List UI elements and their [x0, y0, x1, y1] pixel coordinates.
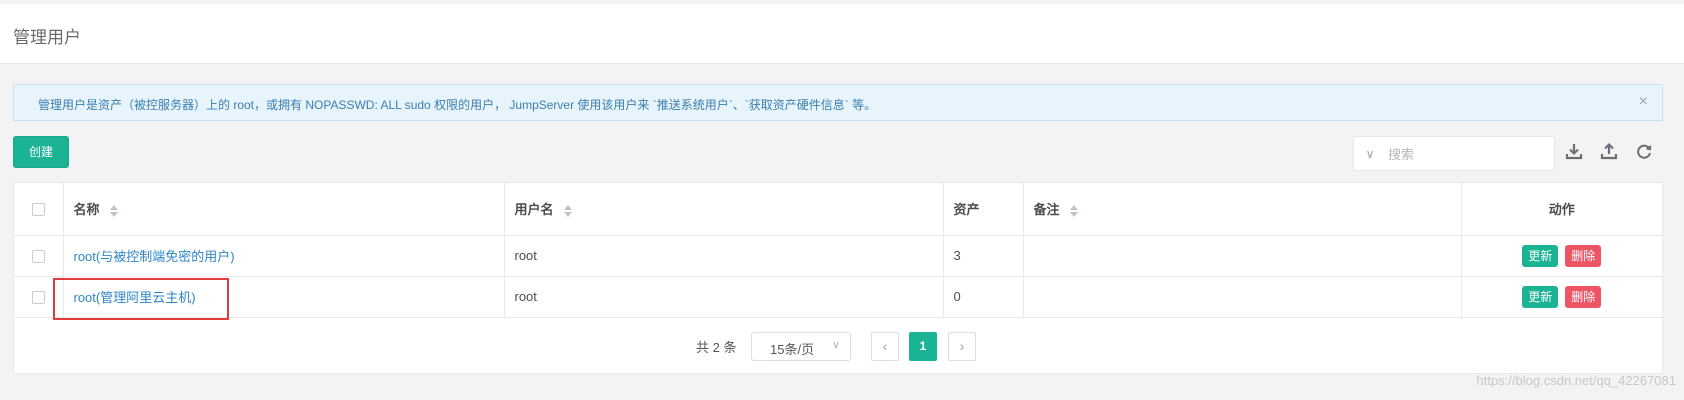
column-header-assets: 资产 — [943, 183, 1024, 236]
update-button[interactable]: 更新 — [1522, 285, 1559, 308]
row-checkbox[interactable] — [31, 250, 45, 264]
actions-cell: 更新 删除 — [1461, 276, 1662, 318]
page-number-button[interactable]: 1 — [909, 332, 937, 361]
name-cell: root(与被控制端免密的用户) — [63, 235, 505, 277]
page-size-value: 15条/页 — [770, 342, 815, 357]
row-checkbox[interactable] — [31, 291, 45, 305]
chevron-down-icon[interactable]: ∨ — [1362, 145, 1378, 163]
page-size-select[interactable]: 15条/页 ∨ — [751, 332, 851, 361]
update-button[interactable]: 更新 — [1522, 244, 1559, 267]
admin-user-table: 名称 用户名 资产 备注 动作 root(与被控制端免密的用户) root 3 … — [14, 183, 1662, 318]
chevron-down-icon: ∨ — [831, 339, 840, 351]
page-header: 管理用户 — [0, 4, 1684, 64]
info-alert: 管理用户是资产（被控服务器）上的 root，或拥有 NOPASSWD: ALL … — [13, 84, 1663, 121]
column-label: 备注 — [1033, 202, 1060, 218]
alert-text: 管理用户是资产（被控服务器）上的 root，或拥有 NOPASSWD: ALL … — [38, 98, 877, 112]
username-cell: root — [504, 276, 944, 318]
username-cell: root — [504, 235, 944, 277]
user-name-link[interactable]: root(管理阿里云主机) — [74, 290, 196, 305]
assets-cell: 3 — [943, 235, 1024, 277]
sort-icon[interactable] — [563, 204, 573, 218]
assets-cell: 0 — [943, 276, 1024, 318]
pagination-total: 共 2 条 — [696, 340, 737, 355]
row-select-cell — [14, 276, 64, 318]
watermark: https://blog.csdn.net/qq_42267081 — [1476, 373, 1677, 388]
sort-icon[interactable] — [1069, 204, 1079, 218]
search-box[interactable]: ∨ — [1353, 136, 1555, 171]
download-icon[interactable] — [1563, 141, 1585, 163]
delete-button[interactable]: 删除 — [1565, 285, 1602, 308]
close-icon[interactable]: × — [1639, 93, 1648, 111]
actions-cell: 更新 删除 — [1461, 235, 1662, 277]
column-label: 用户名 — [514, 202, 554, 218]
next-page-button[interactable]: › — [948, 332, 976, 361]
column-header-actions: 动作 — [1461, 183, 1662, 236]
comment-cell — [1023, 235, 1462, 277]
table-row: root(管理阿里云主机) root 0 更新 删除 — [14, 276, 1662, 318]
select-all-checkbox[interactable] — [31, 203, 45, 217]
table-header-row: 名称 用户名 资产 备注 动作 — [14, 183, 1662, 236]
prev-page-button[interactable]: ‹ — [871, 332, 899, 361]
page-title: 管理用户 — [13, 28, 81, 47]
column-header-name[interactable]: 名称 — [63, 183, 505, 236]
row-select-cell — [14, 235, 64, 277]
select-all-cell — [14, 183, 64, 236]
create-button[interactable]: 创建 — [13, 136, 69, 168]
upload-icon[interactable] — [1598, 141, 1620, 163]
refresh-icon[interactable] — [1633, 141, 1655, 163]
table-row: root(与被控制端免密的用户) root 3 更新 删除 — [14, 235, 1662, 277]
comment-cell — [1023, 276, 1462, 318]
sort-icon[interactable] — [109, 204, 119, 218]
search-input[interactable] — [1388, 143, 1548, 165]
delete-button[interactable]: 删除 — [1565, 244, 1602, 267]
column-header-username[interactable]: 用户名 — [504, 183, 944, 236]
column-header-comment[interactable]: 备注 — [1023, 183, 1462, 236]
column-label: 名称 — [73, 202, 100, 218]
name-cell: root(管理阿里云主机) — [63, 276, 505, 318]
user-name-link[interactable]: root(与被控制端免密的用户) — [74, 249, 235, 264]
